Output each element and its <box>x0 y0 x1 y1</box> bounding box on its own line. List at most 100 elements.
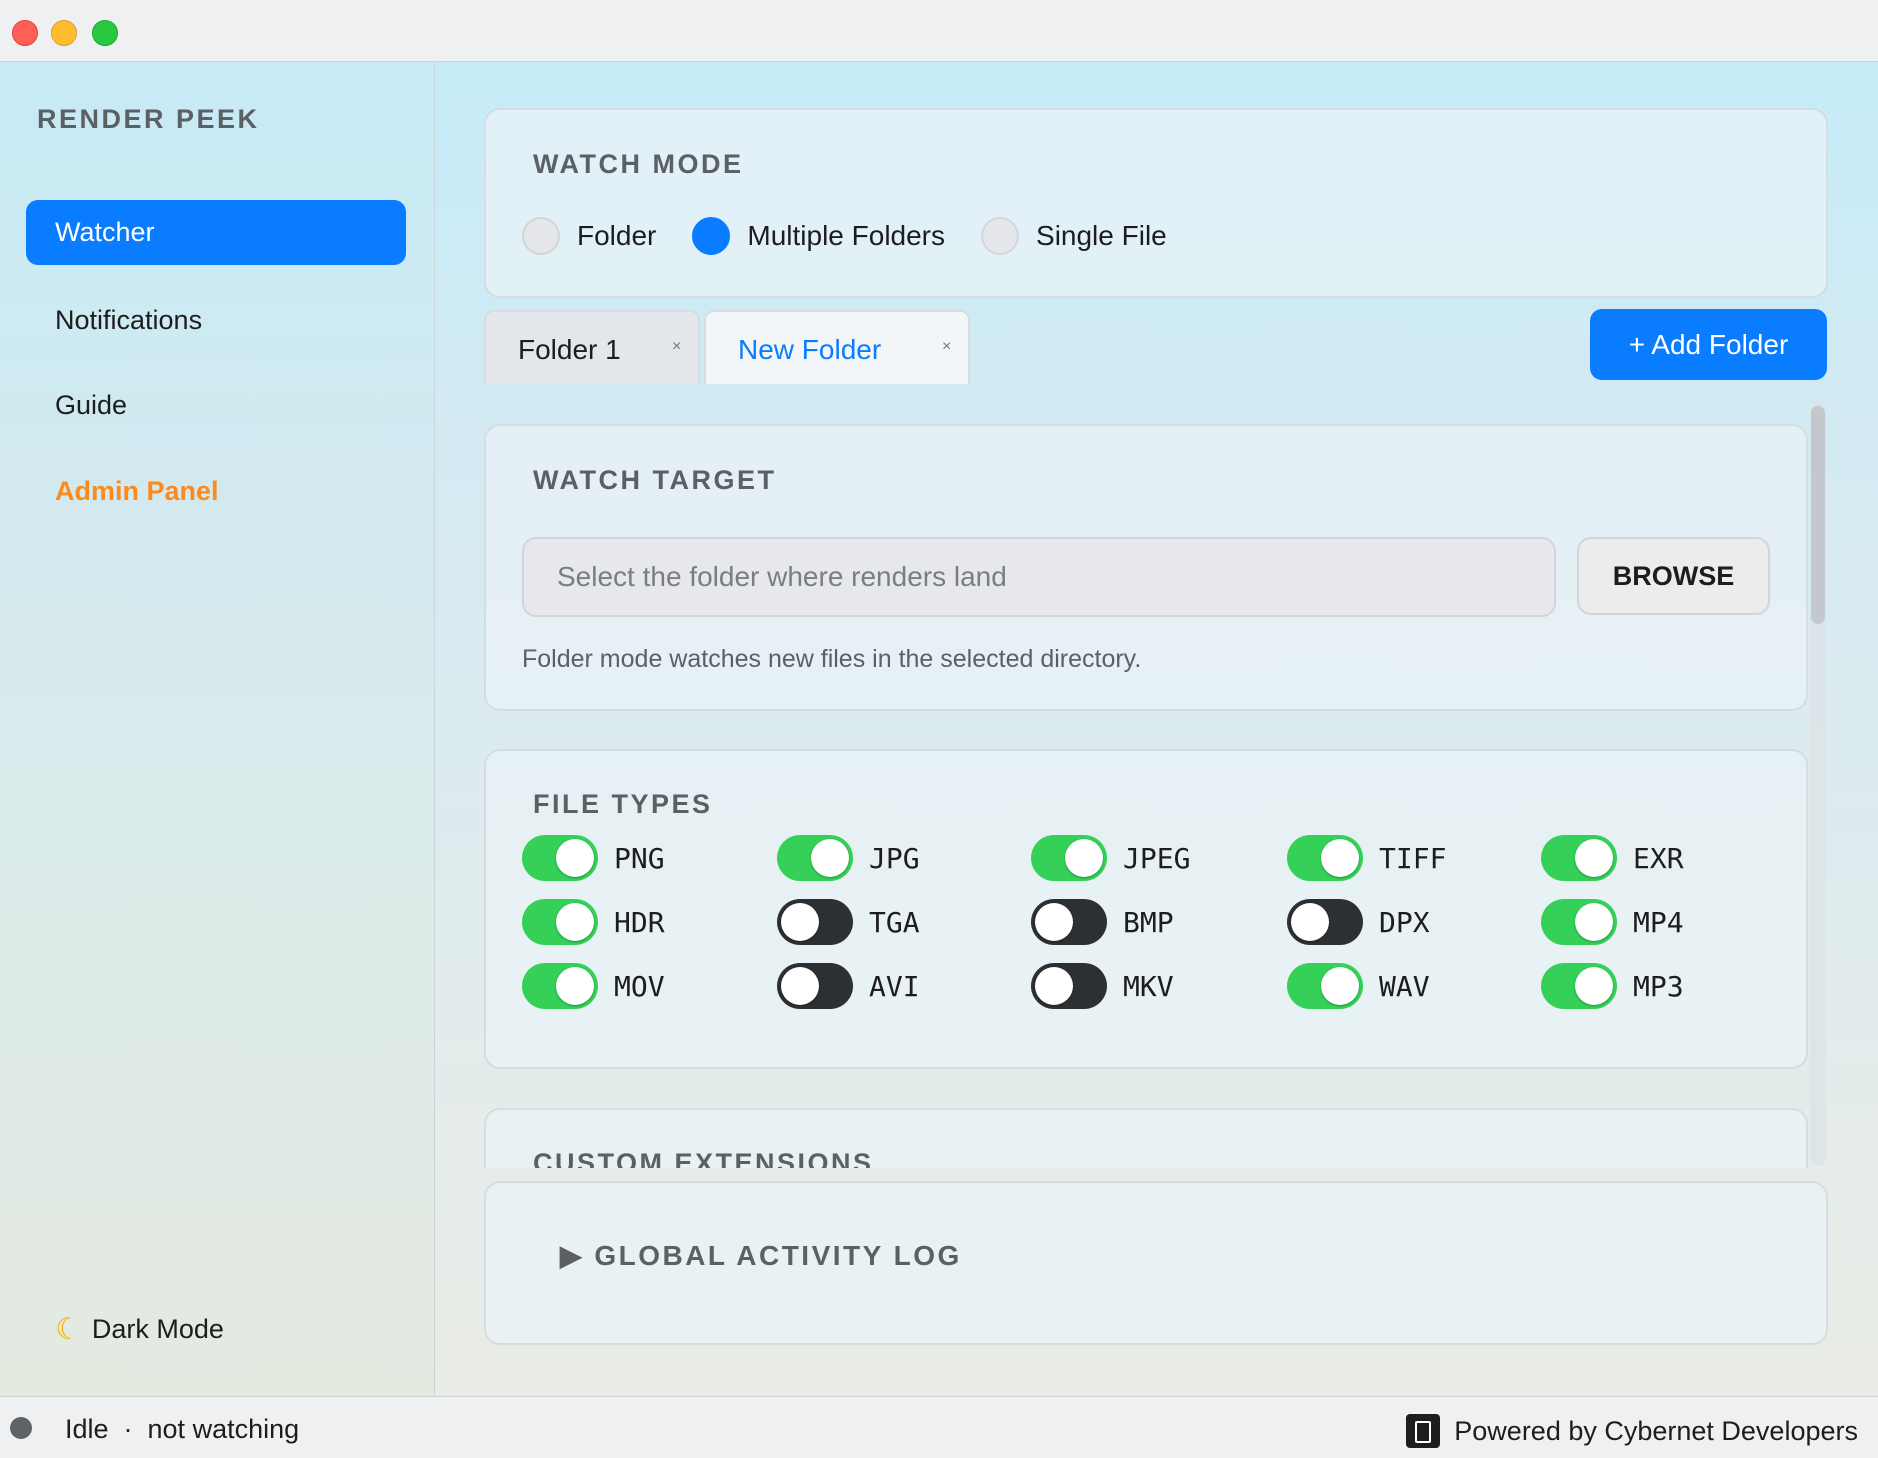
radio-folder-indicator <box>522 217 560 255</box>
tab-folder-1-label: Folder 1 <box>518 334 621 365</box>
tab-folder-1[interactable]: Folder 1 × <box>484 310 700 384</box>
status-bar: Idle · not watching Powered by Cybernet … <box>0 1396 1878 1458</box>
status-indicator-icon <box>10 1417 32 1439</box>
toggle-bmp[interactable]: BMP <box>1031 899 1174 945</box>
radio-folder-label: Folder <box>577 220 657 251</box>
toggle-exr[interactable]: EXR <box>1541 835 1684 881</box>
toggle-tiff[interactable]: TIFF <box>1287 835 1446 881</box>
toggle-label: MOV <box>614 969 665 1003</box>
app-window: RENDER PEEK Watcher Notifications Guide … <box>0 0 1878 1458</box>
toggle-label: TIFF <box>1379 841 1447 875</box>
toggle-label: AVI <box>869 969 920 1003</box>
toggle-label: WAV <box>1379 969 1430 1003</box>
toggle-switch[interactable] <box>1541 899 1617 945</box>
toggle-mkv[interactable]: MKV <box>1031 963 1174 1009</box>
dark-mode-toggle[interactable]: ☾ Dark Mode <box>55 1312 224 1347</box>
watch-mode-card <box>484 108 1828 298</box>
toggle-knob <box>556 967 594 1005</box>
toggle-knob <box>1575 839 1613 877</box>
toggle-avi[interactable]: AVI <box>777 963 920 1009</box>
toggle-knob <box>781 903 819 941</box>
toggle-knob <box>1065 839 1103 877</box>
toggle-knob <box>781 967 819 1005</box>
scrollbar-thumb[interactable] <box>1811 406 1825 624</box>
toggle-jpeg[interactable]: JPEG <box>1031 835 1190 881</box>
toggle-mp4[interactable]: MP4 <box>1541 899 1684 945</box>
toggle-switch[interactable] <box>1031 899 1107 945</box>
toggle-switch[interactable] <box>522 835 598 881</box>
toggle-switch[interactable] <box>522 899 598 945</box>
add-folder-button[interactable]: + Add Folder <box>1590 309 1827 380</box>
tab-new-folder[interactable]: New Folder × <box>704 310 970 384</box>
powered-by-label: Powered by Cybernet Developers <box>1454 1415 1858 1446</box>
watch-target-hint: Folder mode watches new files in the sel… <box>522 645 1142 673</box>
toggle-knob <box>1035 903 1073 941</box>
toggle-knob <box>1035 967 1073 1005</box>
toggle-switch[interactable] <box>522 963 598 1009</box>
close-window-button[interactable] <box>12 20 38 46</box>
toggle-label: JPG <box>869 841 920 875</box>
toggle-label: BMP <box>1123 905 1174 939</box>
toggle-mov[interactable]: MOV <box>522 963 665 1009</box>
toggle-knob <box>1575 967 1613 1005</box>
toggle-switch[interactable] <box>777 835 853 881</box>
toggle-label: TGA <box>869 905 920 939</box>
toggle-label: MKV <box>1123 969 1174 1003</box>
toggle-png[interactable]: PNG <box>522 835 665 881</box>
toggle-switch[interactable] <box>1287 835 1363 881</box>
radio-multiple-folders-label: Multiple Folders <box>747 220 946 251</box>
browse-button[interactable]: BROWSE <box>1577 537 1770 615</box>
toggle-knob <box>556 903 594 941</box>
radio-single-file-label: Single File <box>1036 220 1167 251</box>
toggle-label: DPX <box>1379 905 1430 939</box>
toggle-tga[interactable]: TGA <box>777 899 920 945</box>
tab-folder-1-close-icon[interactable]: × <box>672 338 681 356</box>
toggle-label: MP3 <box>1633 969 1684 1003</box>
toggle-label: JPEG <box>1123 841 1191 875</box>
folder-path-input[interactable]: Select the folder where renders land <box>522 537 1556 617</box>
toggle-dpx[interactable]: DPX <box>1287 899 1430 945</box>
toggle-switch[interactable] <box>1031 835 1107 881</box>
tab-new-folder-close-icon[interactable]: × <box>942 338 951 356</box>
toggle-knob <box>1321 967 1359 1005</box>
toggle-switch[interactable] <box>1031 963 1107 1009</box>
toggle-mp3[interactable]: MP3 <box>1541 963 1684 1009</box>
app-title: RENDER PEEK <box>37 104 260 134</box>
radio-multiple-folders-indicator <box>692 217 731 255</box>
toggle-switch[interactable] <box>1541 835 1617 881</box>
watch-mode-options: Folder Multiple Folders Single File <box>522 217 1167 255</box>
toggle-switch[interactable] <box>1541 963 1617 1009</box>
toggle-switch[interactable] <box>1287 899 1363 945</box>
toggle-knob <box>556 839 594 877</box>
radio-multiple-folders[interactable]: Multiple Folders <box>692 217 945 255</box>
radio-single-file[interactable]: Single File <box>981 217 1167 255</box>
toggle-jpg[interactable]: JPG <box>777 835 920 881</box>
toggle-hdr[interactable]: HDR <box>522 899 665 945</box>
status-text: Idle · not watching <box>65 1414 300 1444</box>
custom-extensions-clip: CUSTOM EXTENSIONS <box>484 1108 1808 1168</box>
sidebar-item-admin-panel[interactable]: Admin Panel <box>26 459 406 524</box>
zoom-window-button[interactable] <box>92 20 118 46</box>
title-bar <box>0 0 1878 62</box>
toggle-knob <box>811 839 849 877</box>
toggle-wav[interactable]: WAV <box>1287 963 1430 1009</box>
radio-folder[interactable]: Folder <box>522 217 656 255</box>
minimize-window-button[interactable] <box>51 20 77 46</box>
toggle-knob <box>1321 839 1359 877</box>
sidebar-item-watcher[interactable]: Watcher <box>26 200 406 265</box>
toggle-label: PNG <box>614 841 665 875</box>
toggle-label: HDR <box>614 905 665 939</box>
sidebar-item-notifications[interactable]: Notifications <box>26 288 406 353</box>
watch-target-title: WATCH TARGET <box>533 465 777 495</box>
dark-mode-label: Dark Mode <box>91 1314 224 1344</box>
toggle-knob <box>1291 903 1329 941</box>
toggle-switch[interactable] <box>1287 963 1363 1009</box>
toggle-switch[interactable] <box>777 963 853 1009</box>
toggle-label: EXR <box>1633 841 1684 875</box>
sidebar-item-guide[interactable]: Guide <box>26 373 406 438</box>
toggle-switch[interactable] <box>777 899 853 945</box>
powered-by: Powered by Cybernet Developers <box>1406 1414 1858 1448</box>
file-types-title: FILE TYPES <box>533 789 713 819</box>
activity-log-toggle[interactable]: ▶ GLOBAL ACTIVITY LOG <box>560 1239 962 1272</box>
tab-new-folder-label: New Folder <box>738 334 882 365</box>
